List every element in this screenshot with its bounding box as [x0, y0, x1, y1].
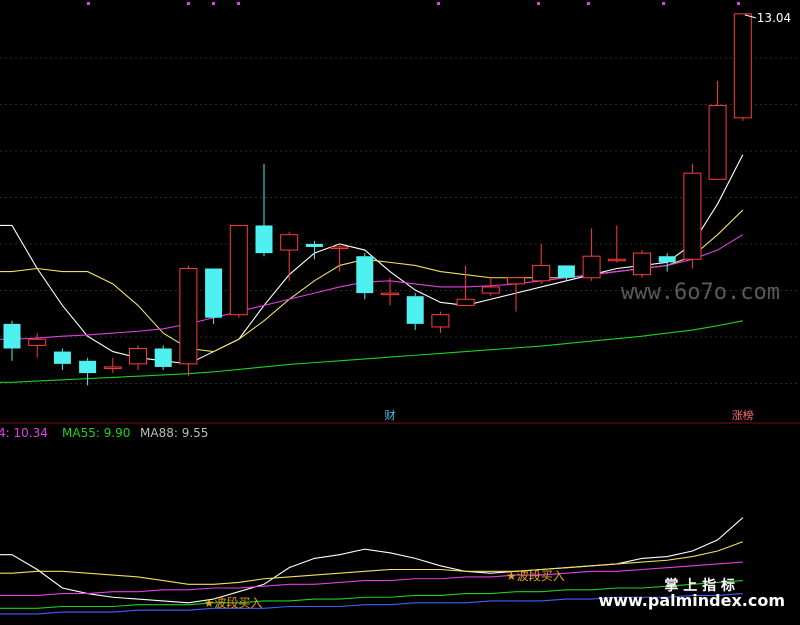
- candle-body-up: [179, 268, 198, 365]
- candle-body-up: [456, 298, 475, 306]
- candle-body-down: [255, 225, 273, 254]
- grid-marker: [662, 2, 665, 5]
- candle-body-up: [582, 255, 601, 279]
- legend-item: MA88: 9.55: [140, 426, 208, 440]
- candle: [154, 345, 172, 371]
- candle-body-down: [557, 265, 575, 278]
- candle-body-up: [532, 264, 551, 282]
- candle-body-up: [330, 246, 349, 249]
- candle-body-up: [103, 366, 122, 369]
- candle-body-up: [381, 292, 399, 296]
- event-label: 财: [385, 408, 396, 422]
- candle-body-up: [607, 258, 626, 262]
- candle: [229, 224, 248, 318]
- candle: [356, 253, 374, 300]
- event-label: 涨榜: [732, 408, 754, 422]
- candle-body-down: [3, 323, 21, 349]
- candle-body-down: [53, 351, 71, 364]
- candle-body-down: [154, 348, 172, 367]
- stock-chart: 13.04 财 涨榜 4: 10.34 MA55: 9.90 MA88: 9.55 ★…: [0, 0, 800, 625]
- candle-body-up: [633, 252, 651, 276]
- candle-body-up: [431, 314, 450, 328]
- candle-body-down: [406, 296, 424, 324]
- grid-marker: [437, 2, 440, 5]
- grid-marker: [737, 2, 740, 5]
- chart-background: [0, 0, 800, 625]
- grid-marker: [187, 2, 190, 5]
- candle-body-up: [280, 234, 299, 251]
- candle-body-up: [28, 338, 47, 346]
- candle-body-down: [658, 256, 676, 263]
- candle: [733, 13, 752, 121]
- candle-body-up: [229, 224, 248, 316]
- candle: [633, 250, 651, 278]
- candle-body-up: [683, 172, 702, 260]
- candle-body-up: [507, 277, 525, 285]
- candle-body-up: [733, 13, 752, 119]
- grid-marker: [237, 2, 240, 5]
- legend-item: MA55: 9.90: [62, 426, 130, 440]
- legend-item: 4: 10.34: [0, 426, 48, 440]
- grid-marker: [212, 2, 215, 5]
- candle: [683, 163, 702, 269]
- watermark-mid: www.6o7o.com: [621, 280, 780, 305]
- grid-marker: [87, 2, 90, 5]
- watermark-url: www.palmindex.com: [598, 591, 785, 610]
- buy-signal-label: ★波段买入: [506, 568, 565, 583]
- grid-marker: [587, 2, 590, 5]
- candle-body-down: [305, 243, 323, 247]
- candle: [179, 265, 198, 377]
- max-price-label: 13.04: [757, 11, 791, 25]
- candle-body-down: [205, 268, 223, 318]
- indicator-legend: 4: 10.34 MA55: 9.90 MA88: 9.55: [0, 426, 208, 440]
- candle-body-down: [79, 360, 97, 374]
- candle-body-down: [356, 256, 374, 294]
- candle-body-up: [129, 347, 147, 365]
- candle-body-up: [708, 105, 727, 180]
- candle-body-up: [481, 286, 500, 294]
- candle: [205, 268, 223, 324]
- buy-signal-label: ★波段买入: [204, 595, 263, 610]
- grid-marker: [537, 2, 540, 5]
